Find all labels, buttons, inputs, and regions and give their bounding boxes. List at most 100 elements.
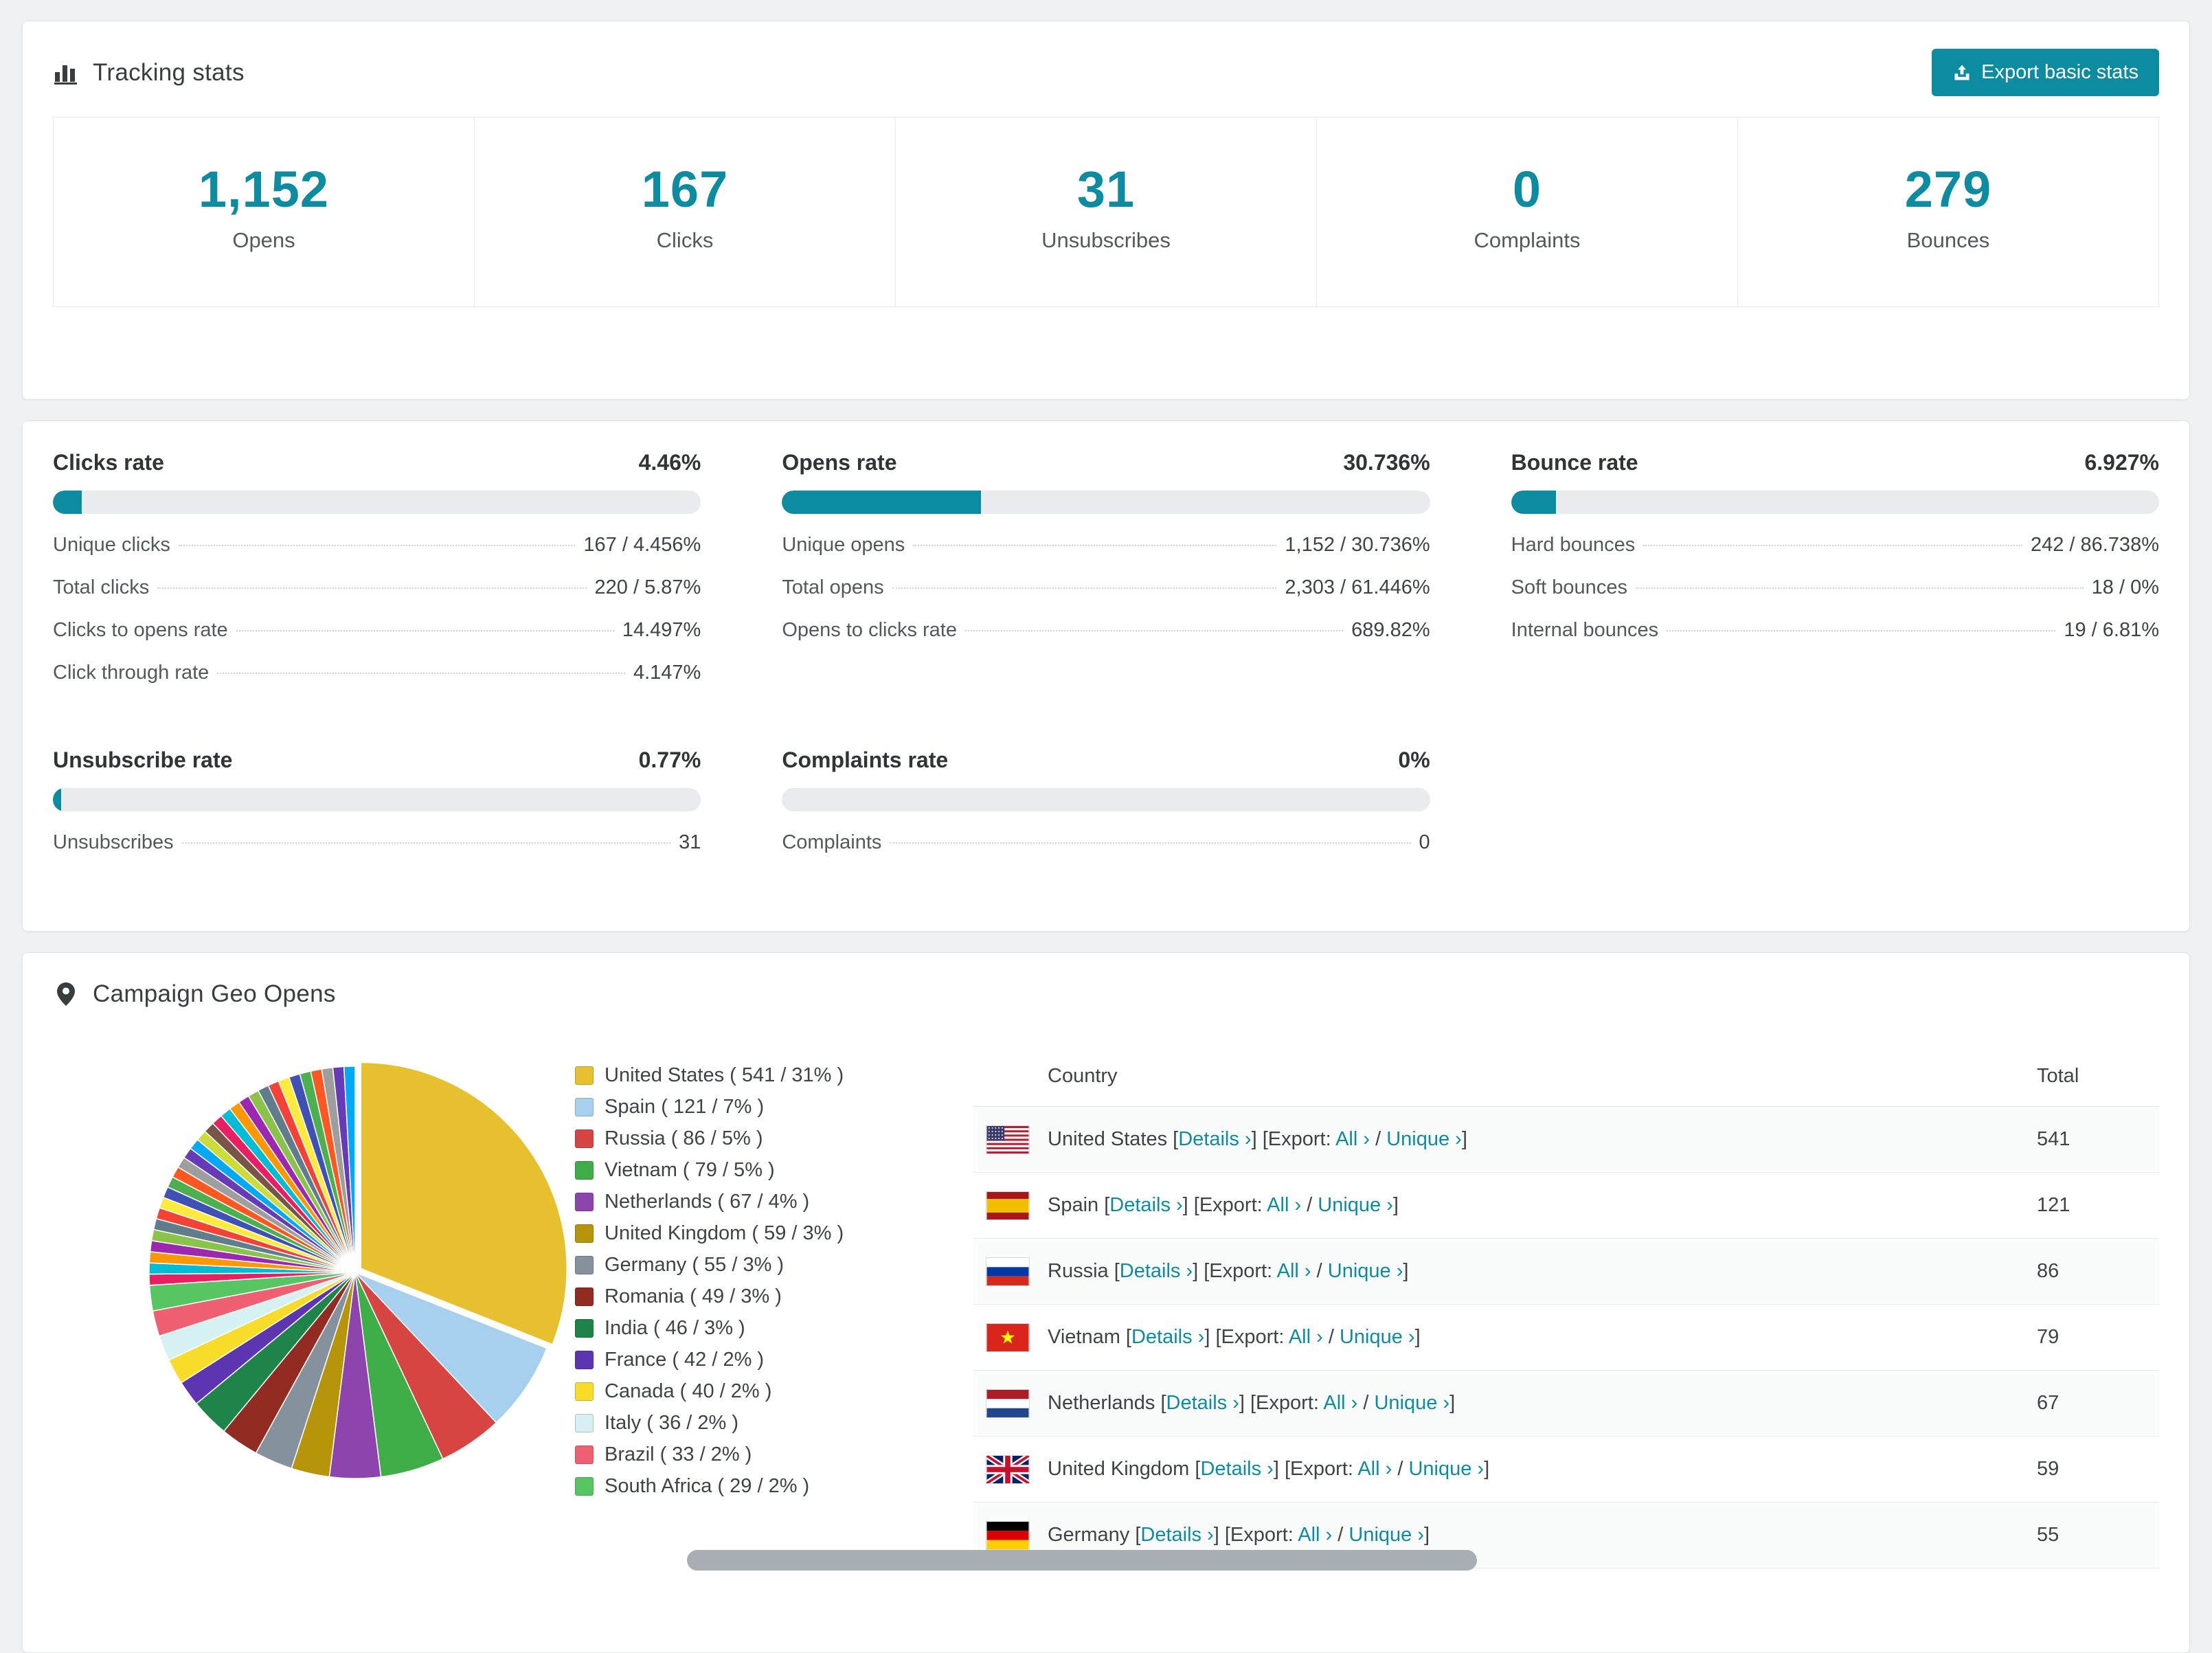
export-all-link[interactable]: All › (1277, 1260, 1311, 1282)
stat-value: 0 (1512, 161, 1542, 218)
legend-swatch (575, 1446, 594, 1464)
country-name: Spain (1048, 1194, 1105, 1216)
rate-block: Complaints rate 0% Complaints 0 (782, 747, 1430, 854)
rates-grid: Clicks rate 4.46% Unique clicks 167 / 4.456… (23, 421, 2189, 881)
export-button-label: Export basic stats (1981, 61, 2138, 83)
legend-swatch (575, 1414, 594, 1432)
country-cell: United Kingdom [Details ›] [Export: All … (1048, 1458, 2037, 1481)
export-unique-link[interactable]: Unique › (1328, 1260, 1403, 1282)
country-cell: Netherlands [Details ›] [Export: All › /… (1048, 1392, 2037, 1415)
slash-text: / (1322, 1326, 1340, 1348)
geo-table-body: United States [Details ›] [Export: All ›… (973, 1107, 2159, 1568)
details-link[interactable]: Details › (1140, 1524, 1213, 1546)
horizontal-scrollbar-thumb[interactable] (687, 1550, 1477, 1571)
rate-progress-bar (782, 788, 1430, 811)
export-all-link[interactable]: All › (1335, 1128, 1370, 1150)
rate-progress-fill (53, 788, 61, 811)
legend-label: Canada ( 40 / 2% ) (605, 1380, 772, 1402)
rate-progress-fill (782, 491, 982, 514)
export-basic-stats-button[interactable]: Export basic stats (1932, 49, 2159, 96)
legend-item: Russia ( 86 / 5% ) (575, 1127, 932, 1150)
legend-label: Vietnam ( 79 / 5% ) (605, 1159, 775, 1181)
table-row[interactable]: Netherlands [Details ›] [Export: All › /… (973, 1371, 2159, 1437)
table-row[interactable]: United States [Details ›] [Export: All ›… (973, 1107, 2159, 1173)
bracket-text: ] (1392, 1194, 1399, 1216)
country-name: Netherlands (1048, 1392, 1161, 1414)
country-name: Vietnam (1048, 1326, 1126, 1348)
table-row[interactable]: Russia [Details ›] [Export: All › / Uniq… (973, 1239, 2159, 1305)
details-link[interactable]: Details › (1166, 1392, 1239, 1414)
export-unique-link[interactable]: Unique › (1318, 1194, 1393, 1216)
legend-swatch (575, 1161, 594, 1180)
export-unique-link[interactable]: Unique › (1374, 1392, 1449, 1414)
bracket-text: ] (1461, 1128, 1467, 1150)
rate-title: Complaints rate (782, 747, 949, 772)
stat-box: 31 Unsubscribes (895, 117, 1317, 307)
bracket-text: ] [Export: (1213, 1524, 1298, 1546)
export-unique-link[interactable]: Unique › (1348, 1524, 1424, 1546)
country-cell: United States [Details ›] [Export: All ›… (1048, 1128, 2037, 1151)
export-all-link[interactable]: All › (1323, 1392, 1357, 1414)
bracket-text: ] (1424, 1524, 1430, 1546)
export-all-link[interactable]: All › (1267, 1194, 1301, 1216)
bar-chart-icon (54, 65, 77, 85)
export-unique-link[interactable]: Unique › (1386, 1128, 1462, 1150)
export-unique-link[interactable]: Unique › (1408, 1458, 1484, 1480)
rate-head: Bounce rate 6.927% (1511, 450, 2159, 475)
stat-value: 279 (1904, 161, 1992, 218)
rate-value: 0% (1398, 747, 1430, 772)
gb-flag-icon (986, 1454, 1048, 1484)
details-link[interactable]: Details › (1131, 1326, 1204, 1348)
stat-box: 167 Clicks (474, 117, 896, 307)
metric-label: Clicks to opens rate (53, 619, 228, 641)
campaign-geo-opens-card: Campaign Geo Opens United States ( 541 /… (22, 952, 2190, 1653)
details-link[interactable]: Details › (1200, 1458, 1273, 1480)
legend-label: Germany ( 55 / 3% ) (605, 1254, 785, 1276)
rate-progress-fill (1511, 491, 1556, 514)
export-all-link[interactable]: All › (1298, 1524, 1332, 1546)
metric-label: Click through rate (53, 662, 210, 684)
total-cell: 121 (2037, 1194, 2070, 1216)
legend-swatch (575, 1256, 594, 1274)
metric-row: Unique opens 1,152 / 30.736% (782, 534, 1430, 556)
details-link[interactable]: Details › (1178, 1128, 1251, 1150)
nl-flag-icon (986, 1388, 1048, 1418)
details-link[interactable]: Details › (1120, 1260, 1193, 1282)
slash-text: / (1357, 1392, 1375, 1414)
legend-label: Romania ( 49 / 3% ) (605, 1285, 782, 1307)
metric-row: Soft bounces 18 / 0% (1511, 576, 2159, 599)
legend-swatch (575, 1224, 594, 1243)
metric-row: Hard bounces 242 / 86.738% (1511, 534, 2159, 556)
stat-box: 0 Complaints (1316, 117, 1738, 307)
metric-label: Unique opens (782, 534, 905, 556)
total-cell: 79 (2037, 1326, 2059, 1348)
dotted-leader (890, 842, 1411, 844)
rate-block: Unsubscribe rate 0.77% Unsubscribes 31 (53, 747, 701, 854)
export-unique-link[interactable]: Unique › (1340, 1326, 1415, 1348)
metric-label: Total opens (782, 576, 884, 598)
metric-value: 31 (679, 831, 701, 853)
export-all-link[interactable]: All › (1357, 1458, 1392, 1480)
ru-flag-icon (986, 1257, 1048, 1286)
map-pin-icon (57, 982, 75, 1006)
rates-card: Clicks rate 4.46% Unique clicks 167 / 4.456… (22, 420, 2190, 932)
details-link[interactable]: Details › (1109, 1194, 1182, 1216)
rate-title: Clicks rate (53, 450, 164, 475)
dotted-leader (236, 630, 614, 631)
legend-swatch (575, 1129, 594, 1148)
bracket-text: ] (1403, 1260, 1409, 1282)
total-column-header: Total (2037, 1065, 2079, 1087)
bracket-text: [ (1125, 1326, 1131, 1348)
table-row[interactable]: Vietnam [Details ›] [Export: All › / Uni… (973, 1305, 2159, 1371)
metric-row: Unique clicks 167 / 4.456% (53, 534, 701, 556)
metric-row: Total opens 2,303 / 61.446% (782, 576, 1430, 599)
bracket-text: ] [Export: (1239, 1392, 1324, 1414)
legend-item: Vietnam ( 79 / 5% ) (575, 1159, 932, 1182)
legend-item: France ( 42 / 2% ) (575, 1349, 932, 1371)
table-row[interactable]: United Kingdom [Details ›] [Export: All … (973, 1437, 2159, 1503)
metric-value: 2,303 / 61.446% (1285, 576, 1430, 598)
rate-title: Unsubscribe rate (53, 747, 233, 772)
legend-item: Brazil ( 33 / 2% ) (575, 1443, 932, 1466)
table-row[interactable]: Spain [Details ›] [Export: All › / Uniqu… (973, 1173, 2159, 1239)
export-all-link[interactable]: All › (1289, 1326, 1323, 1348)
